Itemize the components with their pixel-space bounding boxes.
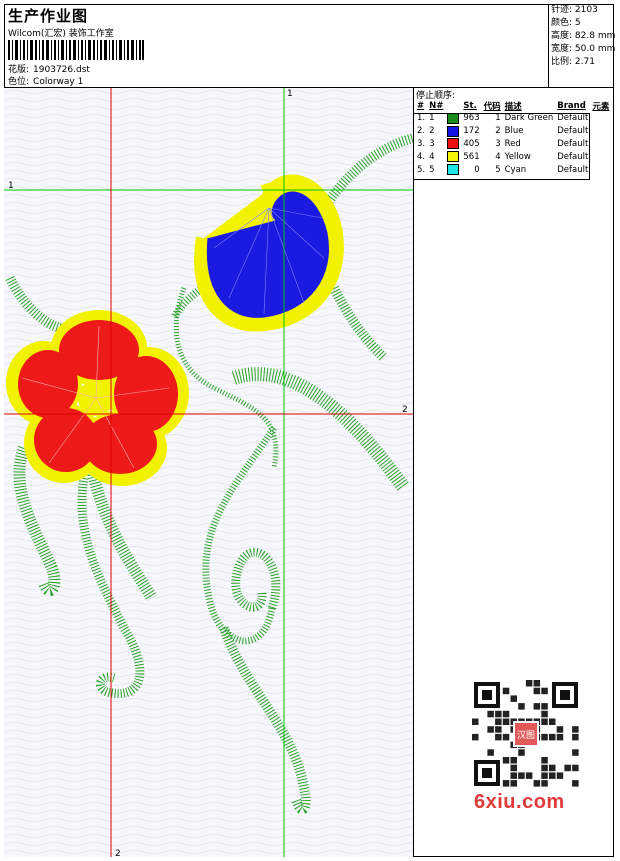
cell-stitches: 405: [463, 138, 480, 149]
col-brand: Brand: [557, 101, 586, 111]
color-swatch: [447, 164, 460, 176]
cell-code: 5: [495, 164, 501, 175]
page-title: 生产作业图: [8, 7, 89, 25]
col-code: 代码: [483, 102, 501, 112]
cell-n: 4: [429, 151, 435, 162]
cell-desc: Red: [504, 138, 521, 149]
cell-stitches: 963: [463, 113, 480, 124]
cell-n: 5: [429, 164, 435, 175]
qr-code-icon: 汉图: [470, 678, 582, 790]
colorway-value: Colorway 1: [33, 77, 84, 87]
design-stats: 针迹: 2103 颜色: 5 高度: 82.8 mm 宽度: 50.0 mm 比…: [548, 4, 616, 88]
cell-stitches: 561: [463, 151, 480, 162]
cell-code: 1: [495, 113, 501, 124]
stat-scale: 比例: 2.71: [551, 57, 595, 67]
color-swatch: [447, 151, 460, 163]
table-row: 4. 4 561 4 Yellow Default: [415, 150, 611, 163]
cell-idx: 5.: [417, 164, 426, 175]
cell-n: 2: [429, 126, 435, 137]
col-index: #: [417, 101, 425, 111]
col-element: 元素: [592, 102, 610, 112]
cell-brand: Default: [557, 126, 589, 137]
color-swatch-cell: [445, 163, 461, 176]
col-desc: 描述: [504, 102, 522, 112]
cell-desc: Yellow: [504, 151, 531, 162]
cell-code: 2: [495, 126, 501, 137]
table-row: 5. 5 0 5 Cyan Default: [415, 163, 611, 176]
cell-stitches: 172: [463, 126, 480, 137]
color-swatch-cell: [445, 125, 461, 138]
worksheet-header: 生产作业图 Wilcom(汇宏) 装饰工作室 花版:1903726.dst 色: [4, 4, 616, 88]
color-swatch-cell: [445, 138, 461, 151]
table-row: 3. 3 405 3 Red Default: [415, 138, 611, 151]
stop-sequence-panel: 停止顺序: # N# St. 代码 描述 Brand 元素 1. 1 963 1 Dar…: [414, 88, 614, 857]
stat-stitches: 针迹: 2103: [551, 5, 598, 15]
color-swatch: [447, 138, 460, 150]
red-bottom-label: 2: [115, 849, 121, 857]
table-row: 2. 2 172 2 Blue Default: [415, 125, 611, 138]
cell-idx: 4.: [417, 151, 426, 162]
cell-idx: 3.: [417, 138, 426, 149]
cell-stitches: 0: [474, 164, 480, 175]
stop-sequence-table: # N# St. 代码 描述 Brand 元素 1. 1 963 1 Dark Gree…: [415, 100, 611, 176]
barcode-icon: [8, 40, 144, 60]
red-right-label: 2: [402, 405, 408, 415]
colorway-row: 色位: Colorway 1: [8, 74, 83, 87]
cell-desc: Cyan: [504, 164, 527, 175]
green-left-label: 1: [8, 181, 14, 191]
color-swatch-cell: [445, 112, 461, 125]
color-swatch-cell: [445, 150, 461, 163]
embroidery-canvas[interactable]: 1 1 2 2: [4, 88, 414, 857]
cell-brand: Default: [557, 138, 589, 149]
watermark-text: 6xiu.com: [474, 791, 565, 813]
col-stitches: St.: [463, 101, 477, 111]
cell-brand: Default: [557, 164, 589, 175]
table-row: 1. 1 963 1 Dark Green Default: [415, 112, 611, 125]
color-swatch: [447, 125, 460, 137]
studio-subtitle: Wilcom(汇宏) 装饰工作室: [8, 29, 114, 39]
colorway-label: 色位:: [8, 77, 30, 87]
stat-colors: 颜色: 5: [551, 18, 581, 28]
cell-idx: 2.: [417, 126, 426, 137]
stat-width: 宽度: 50.0 mm: [551, 44, 616, 54]
color-swatch: [447, 112, 460, 124]
qr-center-label: 汉图: [517, 730, 535, 741]
cell-brand: Default: [557, 113, 589, 124]
green-top-label: 1: [287, 89, 293, 99]
col-n: N#: [429, 101, 444, 111]
col-color: [445, 100, 461, 112]
embroidery-design: 1 1 2 2: [4, 88, 413, 857]
cell-brand: Default: [557, 151, 589, 162]
cell-n: 1: [429, 113, 435, 124]
stat-height: 高度: 82.8 mm: [551, 31, 616, 41]
cell-desc: Dark Green: [504, 113, 554, 124]
cell-n: 3: [429, 138, 435, 149]
cell-code: 4: [495, 151, 501, 162]
cell-code: 3: [495, 138, 501, 149]
cell-desc: Blue: [504, 126, 524, 137]
cell-idx: 1.: [417, 113, 426, 124]
table-header-row: # N# St. 代码 描述 Brand 元素: [415, 100, 611, 112]
